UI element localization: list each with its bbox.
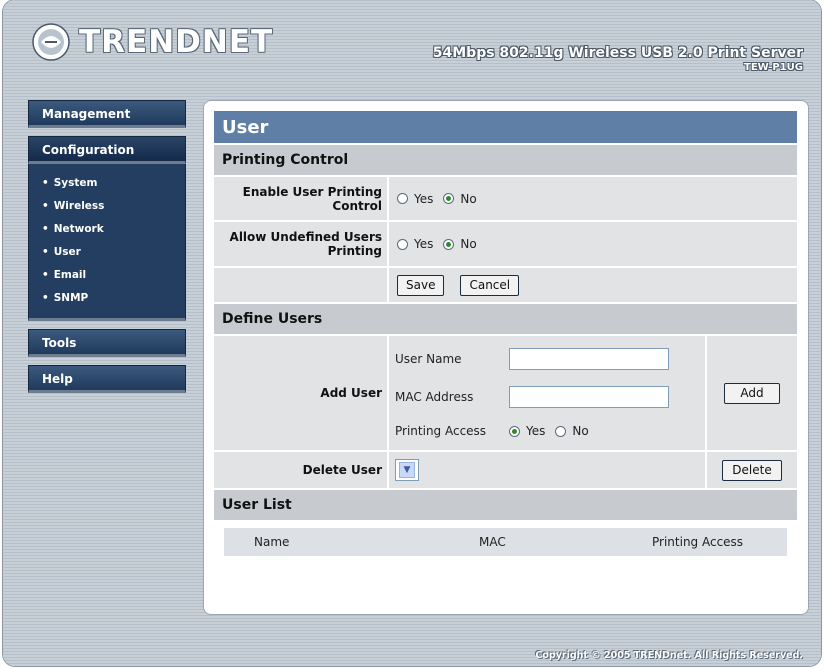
enable-no-radio[interactable]: No — [443, 191, 477, 206]
save-button[interactable]: Save — [397, 274, 445, 296]
radio-label: Yes — [414, 191, 434, 206]
trendnet-logo-icon — [32, 23, 70, 61]
delete-user-select-cell: ▼ — [389, 452, 705, 488]
user-list-heading: User List — [214, 490, 797, 520]
user-name-input[interactable] — [509, 348, 669, 370]
brand-name: TRENDNET — [79, 24, 274, 60]
allow-yes-radio[interactable]: Yes — [397, 237, 433, 251]
printing-access-label: Printing Access — [395, 424, 487, 438]
radio-label: No — [460, 191, 477, 206]
nav-item-snmp[interactable]: SNMP — [29, 287, 185, 310]
empty-label-cell — [214, 268, 387, 302]
nav-item-wireless[interactable]: Wireless — [29, 195, 185, 218]
nav-configuration[interactable]: Configuration — [28, 136, 186, 164]
page-title: User — [214, 111, 797, 143]
radio-label: No — [460, 237, 477, 251]
add-button-cell: Add — [707, 336, 797, 450]
printing-control-heading: Printing Control — [214, 145, 797, 175]
radio-label: No — [572, 424, 589, 438]
delete-button-cell: Delete — [707, 452, 797, 488]
add-button[interactable]: Add — [724, 382, 780, 404]
printing-control-actions: Save Cancel — [389, 268, 797, 302]
radio-checked-icon — [443, 193, 455, 204]
nav-management[interactable]: Management — [28, 100, 186, 128]
user-list-header: Name MAC Printing Access — [224, 528, 787, 556]
radio-checked-icon — [509, 425, 520, 437]
column-printing-access: Printing Access — [652, 535, 744, 549]
radio-unchecked-icon — [397, 238, 408, 250]
add-user-row: Add User User Name MAC Address Printing … — [214, 336, 797, 450]
mac-address-input[interactable] — [509, 386, 669, 408]
delete-user-label: Delete User — [214, 452, 387, 488]
content-inner: User Printing Control Enable User Printi… — [214, 111, 797, 556]
user-name-line: User Name — [395, 348, 669, 370]
define-users-heading: Define Users — [214, 304, 797, 334]
add-user-fields: User Name MAC Address Printing Access Ye… — [389, 336, 705, 450]
access-yes-radio[interactable]: Yes — [509, 424, 545, 438]
radio-label: Yes — [526, 424, 546, 438]
nav-item-user[interactable]: User — [29, 241, 185, 264]
access-no-radio[interactable]: No — [555, 424, 589, 438]
product-model: TEW-P1UG — [744, 62, 803, 73]
allow-undefined-label: Allow Undefined Users Printing — [214, 222, 387, 266]
sidebar-nav: Management Configuration System Wireless… — [28, 100, 186, 401]
header: TRENDNET 54Mbps 802.11g Wireless USB 2.0… — [3, 0, 821, 82]
enable-printing-control-row: Enable User Printing Control Yes No — [214, 177, 797, 220]
printing-access-line: Printing Access Yes No — [395, 424, 599, 438]
page-frame: TRENDNET 54Mbps 802.11g Wireless USB 2.0… — [3, 0, 821, 666]
radio-unchecked-icon — [555, 425, 567, 437]
nav-tools[interactable]: Tools — [28, 329, 186, 357]
user-name-label: User Name — [395, 352, 462, 366]
configuration-submenu: System Wireless Network User Email SNMP — [28, 164, 186, 321]
nav-item-email[interactable]: Email — [29, 264, 185, 287]
nav-help[interactable]: Help — [28, 365, 186, 393]
radio-checked-icon — [443, 238, 455, 250]
product-title: 54Mbps 802.11g Wireless USB 2.0 Print Se… — [432, 45, 803, 61]
copyright: Copyright © 2005 TRENDnet. All Rights Re… — [535, 650, 803, 661]
nav-item-network[interactable]: Network — [29, 218, 185, 241]
product-info: 54Mbps 802.11g Wireless USB 2.0 Print Se… — [433, 45, 803, 73]
column-mac: MAC — [479, 535, 506, 549]
content-panel: User Printing Control Enable User Printi… — [203, 100, 809, 615]
delete-user-row: Delete User ▼ Delete — [214, 452, 797, 488]
enable-printing-control-label: Enable User Printing Control — [214, 177, 387, 220]
delete-user-select[interactable]: ▼ — [395, 459, 419, 481]
enable-yes-radio[interactable]: Yes — [397, 192, 433, 206]
mac-address-label: MAC Address — [395, 390, 474, 404]
cancel-button[interactable]: Cancel — [460, 274, 520, 296]
add-user-label: Add User — [214, 336, 387, 450]
nav-item-system[interactable]: System — [29, 172, 185, 195]
delete-button[interactable]: Delete — [722, 459, 782, 481]
chevron-down-icon: ▼ — [399, 462, 415, 478]
allow-undefined-options: Yes No — [389, 222, 797, 266]
radio-unchecked-icon — [397, 193, 408, 204]
trendnet-logo: TRENDNET — [31, 20, 273, 64]
allow-no-radio[interactable]: No — [443, 237, 477, 251]
radio-label: Yes — [414, 237, 434, 251]
mac-address-line: MAC Address — [395, 386, 669, 408]
allow-undefined-row: Allow Undefined Users Printing Yes No — [214, 222, 797, 266]
column-name: Name — [254, 535, 290, 549]
enable-printing-control-options: Yes No — [389, 177, 797, 220]
printing-control-actions-row: Save Cancel — [214, 268, 797, 302]
